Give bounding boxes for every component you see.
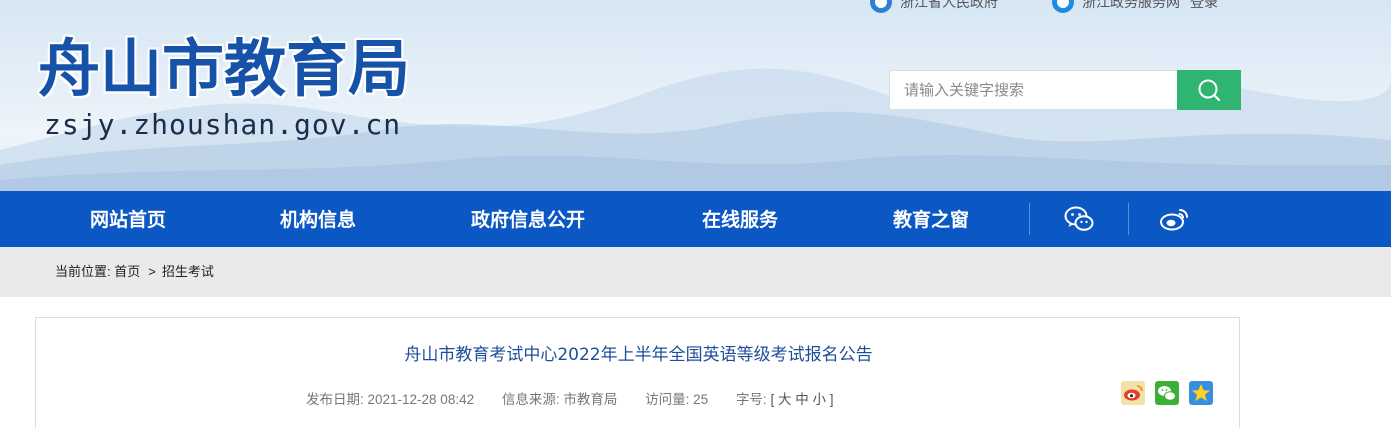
breadcrumb: 当前位置: 首页 > 招生考试 bbox=[55, 247, 214, 297]
article-title: 舟山市教育考试中心2022年上半年全国英语等级考试报名公告 bbox=[404, 345, 873, 365]
font-size-label: 字号: bbox=[735, 392, 767, 407]
zhejiang-gov-icon bbox=[870, 0, 892, 13]
breadcrumb-home[interactable]: 首页 bbox=[114, 264, 140, 279]
site-title: 舟山市教育局 bbox=[38, 32, 411, 105]
nav-item-online-service[interactable]: 在线服务 bbox=[702, 191, 778, 247]
breadcrumb-prefix: 当前位置: bbox=[55, 264, 111, 279]
login-link[interactable]: 登录 bbox=[1190, 0, 1218, 12]
main-nav: 网站首页 机构信息 政府信息公开 在线服务 教育之窗 bbox=[0, 191, 1391, 247]
font-size-small[interactable]: 小 bbox=[813, 392, 827, 407]
breadcrumb-exam[interactable]: 招生考试 bbox=[162, 264, 214, 279]
header-banner: 浙江省人民政府 浙江政务服务网 登录 舟山市教育局 zsjy.zhoushan.… bbox=[0, 0, 1391, 191]
top-link-label: 浙江省人民政府 bbox=[900, 0, 998, 10]
wechat-share-icon[interactable] bbox=[1155, 381, 1179, 405]
nav-item-org-info[interactable]: 机构信息 bbox=[280, 191, 356, 247]
breadcrumb-bar: 当前位置: 首页 > 招生考试 bbox=[0, 247, 1391, 297]
nav-item-education-window[interactable]: 教育之窗 bbox=[893, 191, 969, 247]
qzone-share-icon[interactable] bbox=[1189, 381, 1213, 405]
search-icon bbox=[1198, 79, 1221, 102]
font-size-bracket-close: ] bbox=[829, 392, 834, 407]
info-source: 信息来源: 市教育局 bbox=[501, 392, 618, 407]
top-link-zhejiang-gov[interactable]: 浙江省人民政府 bbox=[870, 0, 1040, 13]
article-meta: 发布日期: 2021-12-28 08:42 信息来源: 市教育局 访问量: 2… bbox=[306, 388, 834, 408]
font-size-medium[interactable]: 中 bbox=[795, 392, 809, 407]
article-card: 舟山市教育考试中心2022年上半年全国英语等级考试报名公告 发布日期: 2021… bbox=[35, 317, 1240, 428]
publish-date: 发布日期: 2021-12-28 08:42 bbox=[306, 392, 475, 407]
nav-divider bbox=[1128, 203, 1129, 235]
breadcrumb-separator: > bbox=[148, 264, 156, 279]
top-link-zjzwfw[interactable]: 浙江政务服务网 bbox=[1052, 0, 1180, 13]
view-count: 访问量: 25 bbox=[645, 392, 709, 407]
search-button[interactable] bbox=[1177, 70, 1241, 110]
nav-item-gov-info[interactable]: 政府信息公开 bbox=[471, 191, 585, 247]
weibo-icon[interactable] bbox=[1158, 202, 1192, 236]
weibo-share-icon[interactable] bbox=[1121, 381, 1145, 405]
site-domain: zsjy.zhoushan.gov.cn bbox=[44, 108, 402, 141]
search-input[interactable] bbox=[889, 70, 1177, 110]
nav-divider bbox=[1029, 203, 1030, 235]
nav-item-home[interactable]: 网站首页 bbox=[90, 191, 166, 247]
wechat-icon[interactable] bbox=[1062, 202, 1096, 236]
zjzwfw-icon bbox=[1052, 0, 1074, 13]
login-label: 登录 bbox=[1190, 0, 1218, 10]
top-link-label: 浙江政务服务网 bbox=[1082, 0, 1180, 10]
search-box bbox=[889, 70, 1241, 110]
font-size-bracket-open: [ bbox=[770, 392, 775, 407]
top-links: 浙江省人民政府 浙江政务服务网 登录 bbox=[870, 0, 1218, 13]
font-size-large[interactable]: 大 bbox=[778, 392, 792, 407]
